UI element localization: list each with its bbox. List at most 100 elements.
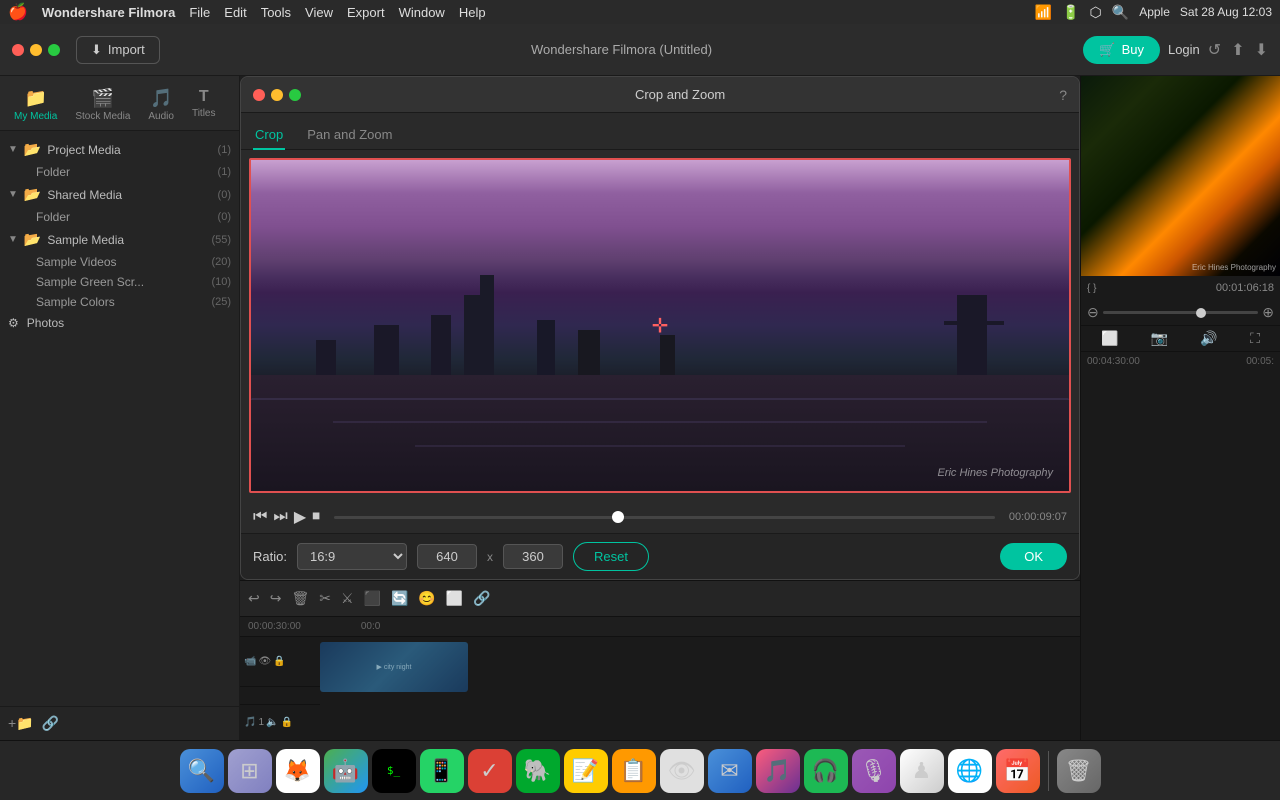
rail-line-1: [250, 398, 1070, 400]
playback-prev-button[interactable]: ⏮: [253, 508, 267, 526]
camera-icon[interactable]: 📷: [1151, 330, 1168, 347]
width-input[interactable]: [417, 544, 477, 569]
photos-label: Photos: [27, 316, 231, 330]
sample-green-screen-child[interactable]: Sample Green Scr... (10): [0, 272, 239, 292]
ratio-label: Ratio:: [253, 549, 287, 564]
dock-item-finder[interactable]: 🔍: [180, 749, 224, 793]
dialog-close[interactable]: [253, 89, 265, 101]
height-input[interactable]: [503, 544, 563, 569]
dock-item-podcasts[interactable]: 🎙: [852, 749, 896, 793]
playback-progress-bar[interactable]: [334, 516, 995, 519]
photos-icon: ⚙: [8, 316, 19, 330]
maximize-button[interactable]: [48, 44, 60, 56]
search-icon[interactable]: 🔍: [1112, 4, 1129, 21]
login-button[interactable]: Login: [1168, 42, 1200, 57]
building-1: [431, 315, 451, 375]
share-icon[interactable]: ⬆: [1231, 40, 1244, 60]
dock-item-evernote[interactable]: 🐘: [516, 749, 560, 793]
dock-item-chrome[interactable]: 🌐: [948, 749, 992, 793]
center-area: ◀ ↩ ↪ 🗑 ✂ ⚔ ⬛ 🔄 😊 ⬜ 🔗 00:00:30:00 00:0: [240, 76, 1080, 740]
apple-menu[interactable]: 🍎: [8, 2, 28, 22]
dock-item-stickies-yellow[interactable]: 📝: [564, 749, 608, 793]
crop-zoom-dialog: Crop and Zoom ? Crop Pan and Zoom: [240, 76, 1080, 580]
photos-item[interactable]: ⚙ Photos: [0, 312, 239, 334]
app-name-menu[interactable]: Wondershare Filmora: [42, 5, 175, 20]
tree-group-sample-media-header[interactable]: ▼ 📂 Sample Media (55): [0, 227, 239, 252]
dialog-minimize[interactable]: [271, 89, 283, 101]
dock-item-stickies-orange[interactable]: 📋: [612, 749, 656, 793]
app-title: Wondershare Filmora (Untitled): [168, 42, 1076, 57]
dock-item-terminal[interactable]: $_: [372, 749, 416, 793]
add-folder-icon[interactable]: +📁: [8, 715, 34, 732]
project-media-folder-child[interactable]: Folder (1): [0, 162, 239, 182]
dock-item-trash[interactable]: 🗑: [1057, 749, 1101, 793]
ratio-select[interactable]: 16:9 4:3 1:1 9:16 Custom: [297, 543, 407, 570]
dock-item-spotify[interactable]: 🎧: [804, 749, 848, 793]
dock-item-launchpad[interactable]: ⊞: [228, 749, 272, 793]
crane-structure: [957, 295, 987, 375]
download-icon[interactable]: ⬇: [1255, 40, 1268, 60]
menubar: 🍎 Wondershare Filmora File Edit Tools Vi…: [0, 0, 1280, 24]
tree-group-shared-media-header[interactable]: ▼ 📂 Shared Media (0): [0, 182, 239, 207]
preview-zoom-controls: ⊖ ⊕: [1081, 300, 1280, 325]
fullscreen-icon[interactable]: ⛶: [1250, 330, 1260, 347]
right-time-2: 00:05:: [1246, 356, 1274, 367]
zoom-out-icon[interactable]: ⊖: [1087, 304, 1099, 321]
tree-group-shared-media: ▼ 📂 Shared Media (0) Folder (0): [0, 182, 239, 227]
tab-crop[interactable]: Crop: [253, 121, 285, 150]
tools-menu[interactable]: Tools: [261, 5, 291, 20]
dialog-overlay: Crop and Zoom ? Crop Pan and Zoom: [240, 76, 1080, 740]
view-menu[interactable]: View: [305, 5, 333, 20]
shared-media-folder-child[interactable]: Folder (0): [0, 207, 239, 227]
export-menu[interactable]: Export: [347, 5, 385, 20]
reset-button[interactable]: Reset: [573, 542, 649, 571]
buy-button[interactable]: 🛒 Buy: [1083, 36, 1160, 64]
dock-item-todoist[interactable]: ✓: [468, 749, 512, 793]
playback-play-button[interactable]: ▶: [294, 507, 306, 527]
dock-item-quicklook[interactable]: 👁: [660, 749, 704, 793]
building-2: [537, 320, 555, 375]
sample-media-count: (55): [211, 234, 231, 246]
zoom-slider[interactable]: [1103, 311, 1259, 314]
dock-item-android-studio[interactable]: 🤖: [324, 749, 368, 793]
project-media-label: Project Media: [47, 143, 211, 157]
link-icon[interactable]: 🔗: [42, 715, 59, 732]
tab-stock-media[interactable]: 🎬 Stock Media: [67, 84, 138, 126]
edit-menu[interactable]: Edit: [224, 5, 246, 20]
dock-item-whatsapp[interactable]: 📱: [420, 749, 464, 793]
tab-pan-and-zoom[interactable]: Pan and Zoom: [305, 121, 394, 150]
zoom-in-icon[interactable]: ⊕: [1262, 304, 1274, 321]
refresh-icon[interactable]: ↺: [1208, 40, 1221, 60]
sample-videos-child[interactable]: Sample Videos (20): [0, 252, 239, 272]
dock-item-chess[interactable]: ♟: [900, 749, 944, 793]
dock-item-music[interactable]: 🎵: [756, 749, 800, 793]
close-button[interactable]: [12, 44, 24, 56]
sample-colors-child[interactable]: Sample Colors (25): [0, 292, 239, 312]
playback-stop-button[interactable]: ⏹: [312, 508, 320, 526]
tab-audio[interactable]: 🎵 Audio: [140, 84, 182, 126]
dialog-help-icon[interactable]: ?: [1059, 87, 1067, 103]
tab-titles[interactable]: T Titles: [184, 84, 224, 126]
dock-item-firefox[interactable]: 🦊: [276, 749, 320, 793]
help-menu[interactable]: Help: [459, 5, 486, 20]
window-menu[interactable]: Window: [399, 5, 445, 20]
preview-controls: { } 00:01:06:18: [1081, 276, 1280, 300]
tree-group-project-media-header[interactable]: ▼ 📂 Project Media (1): [0, 137, 239, 162]
tree-group-project-media: ▼ 📂 Project Media (1) Folder (1): [0, 137, 239, 182]
right-panel-ruler: 00:04:30:00 00:05:: [1081, 351, 1280, 371]
dialog-maximize[interactable]: [289, 89, 301, 101]
ok-button[interactable]: OK: [1000, 543, 1067, 570]
playback-step-back-button[interactable]: ⏭: [273, 508, 287, 526]
playback-thumb[interactable]: [612, 511, 624, 523]
file-menu[interactable]: File: [189, 5, 210, 20]
tab-my-media[interactable]: 📁 My Media: [6, 84, 65, 126]
traffic-lights: [12, 44, 60, 56]
dimension-separator: x: [487, 550, 493, 564]
dock-item-mail[interactable]: ✉: [708, 749, 752, 793]
clock: Sat 28 Aug 12:03: [1180, 5, 1272, 19]
dock-item-fantastical[interactable]: 📅: [996, 749, 1040, 793]
fit-icon[interactable]: ⬜: [1101, 330, 1118, 347]
volume-icon[interactable]: 🔊: [1200, 330, 1217, 347]
import-button[interactable]: ⬇ Import: [76, 36, 160, 64]
minimize-button[interactable]: [30, 44, 42, 56]
